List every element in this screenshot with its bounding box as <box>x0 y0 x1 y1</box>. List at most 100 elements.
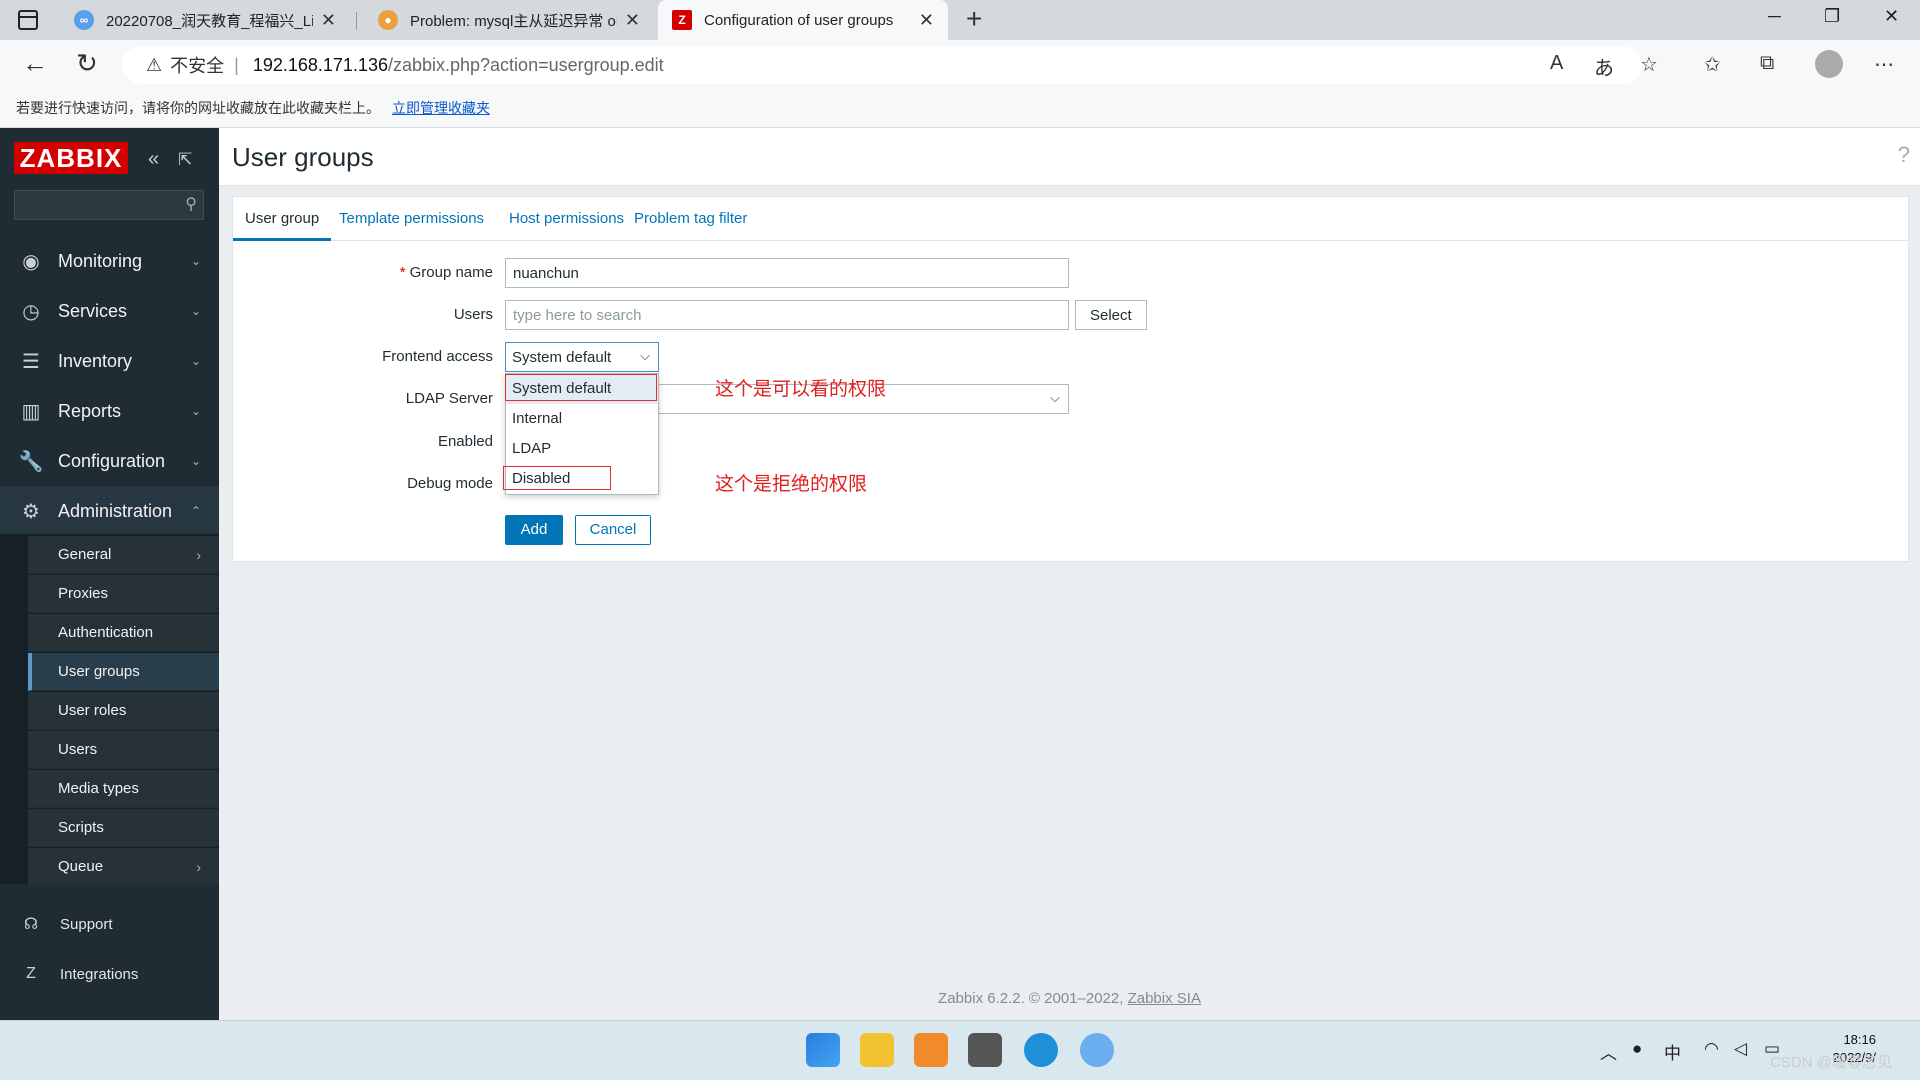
list-icon: ☰ <box>22 350 40 373</box>
search-icon[interactable]: ⚲ <box>185 194 197 214</box>
restore-icon[interactable]: ❐ <box>1824 6 1840 27</box>
gear-icon: ⚙ <box>22 500 40 523</box>
submenu-users[interactable]: Users <box>28 731 219 769</box>
menu-inventory[interactable]: ☰ Inventory ⌄ <box>0 336 219 386</box>
browser-tab-1[interactable]: ∞ 20220708_润天教育_程福兴_Linu ✕ <box>60 0 350 40</box>
submenu-general[interactable]: General › <box>28 536 219 574</box>
form-tabs: User group Template permissions Host per… <box>233 197 1908 241</box>
read-aloud-icon[interactable]: A <box>1550 52 1563 75</box>
annotation-box-denied <box>503 466 611 490</box>
sidebar-search-input[interactable]: ⚲ <box>14 190 204 220</box>
submenu-scripts[interactable]: Scripts <box>28 809 219 847</box>
collapse-sidebar-icon[interactable]: « <box>148 148 159 171</box>
zabbix-logo[interactable]: ZABBIX <box>14 142 128 174</box>
close-tab-icon[interactable]: ✕ <box>919 10 934 31</box>
close-tab-icon[interactable]: ✕ <box>321 10 336 31</box>
frontend-access-label: Frontend access <box>382 348 493 365</box>
terminal-icon[interactable] <box>968 1033 1002 1067</box>
add-favorite-icon[interactable]: ☆ <box>1640 52 1658 77</box>
menu-services[interactable]: ◷ Services ⌄ <box>0 286 219 336</box>
kiosk-mode-icon[interactable]: ⇱ <box>178 150 192 170</box>
tab-host-permissions[interactable]: Host permissions <box>497 197 636 241</box>
frontend-access-value: System default <box>512 349 612 366</box>
profile-avatar[interactable] <box>1815 50 1843 78</box>
debug-mode-label: Debug mode <box>407 475 493 492</box>
volume-icon[interactable]: ◁ <box>1734 1039 1747 1059</box>
submenu-media-types[interactable]: Media types <box>28 770 219 808</box>
group-name-input[interactable]: nuanchun <box>505 258 1069 288</box>
footer-label: Integrations <box>60 965 139 983</box>
select-users-button[interactable]: Select <box>1075 300 1147 330</box>
taskbar: ︿ ● 中 ◠ ◁ ▭ 18:16 2022/9/ CSDN @暖春忽见 <box>0 1020 1920 1080</box>
submenu-label: Proxies <box>58 585 109 602</box>
administration-submenu: General › Proxies Authentication User gro… <box>0 534 219 886</box>
menu-administration[interactable]: ⚙ Administration ⌃ <box>0 486 219 536</box>
browser-tab-2[interactable]: ● Problem: mysql主从延迟异常 on ✕ <box>364 0 654 40</box>
tab-problem-tag-filter[interactable]: Problem tag filter <box>622 197 759 241</box>
submenu-label: User roles <box>58 702 127 719</box>
ime-indicator[interactable]: 中 <box>1664 1039 1681 1064</box>
enabled-label: Enabled <box>437 433 493 450</box>
cancel-button[interactable]: Cancel <box>575 515 651 545</box>
submenu-proxies[interactable]: Proxies <box>28 575 219 613</box>
clock-icon: ◷ <box>22 300 40 323</box>
close-window-icon[interactable]: ✕ <box>1884 6 1899 27</box>
add-button[interactable]: Add <box>505 515 563 545</box>
submenu-authentication[interactable]: Authentication <box>28 614 219 652</box>
option-internal[interactable]: Internal <box>506 404 658 434</box>
chevron-right-icon: › <box>196 546 201 563</box>
file-explorer-icon[interactable] <box>860 1033 894 1067</box>
submenu-queue[interactable]: Queue › <box>28 848 219 886</box>
page-title: User groups <box>232 142 374 172</box>
main-content: User groups ? User group Template permis… <box>219 128 1920 1020</box>
chevron-down-icon: ⌵ <box>640 348 650 363</box>
submenu-user-groups[interactable]: User groups <box>28 653 219 691</box>
users-search-input[interactable]: type here to search <box>505 300 1069 330</box>
tab-divider <box>356 12 357 30</box>
zabbix-favicon: Z <box>672 10 692 30</box>
menu-label: Inventory <box>58 350 133 371</box>
option-ldap[interactable]: LDAP <box>506 434 658 464</box>
group-name-label-text: Group name <box>409 264 493 281</box>
url-field[interactable]: ⚠ 不安全 | 192.168.171.136 /zabbix.php?acti… <box>122 46 1642 84</box>
tab-user-group[interactable]: User group <box>233 197 332 241</box>
tab-template-permissions[interactable]: Template permissions <box>327 197 496 241</box>
menu-configuration[interactable]: 🔧 Configuration ⌄ <box>0 436 219 486</box>
manage-favorites-link[interactable]: 立即管理收藏夹 <box>392 100 490 116</box>
clock-time: 18:16 <box>1843 1032 1876 1047</box>
translate-icon[interactable]: あ <box>1594 52 1614 81</box>
more-icon[interactable]: ⋯ <box>1874 52 1894 77</box>
vm-app-icon[interactable] <box>914 1033 948 1067</box>
page-footer: Zabbix 6.2.2. © 2001–2022, Zabbix SIA <box>219 990 1920 1007</box>
back-icon[interactable]: ← <box>22 48 48 79</box>
favorites-icon[interactable]: ✩ <box>1704 52 1721 77</box>
annotation-denied: 这个是拒绝的权限 <box>715 474 868 495</box>
ldap-server-label: LDAP Server <box>405 390 493 407</box>
wifi-icon[interactable]: ◠ <box>1704 1039 1719 1059</box>
collections-icon[interactable]: ⧉ <box>1760 52 1774 75</box>
tray-expand-icon[interactable]: ︿ <box>1600 1039 1617 1064</box>
menu-label: Monitoring <box>58 250 143 271</box>
browser-tab-3[interactable]: Z Configuration of user groups ✕ <box>658 0 948 40</box>
submenu-user-roles[interactable]: User roles <box>28 692 219 730</box>
baidu-netdisk-icon[interactable] <box>1080 1033 1114 1067</box>
close-tab-icon[interactable]: ✕ <box>625 10 640 31</box>
frontend-access-dropdown[interactable]: System default ⌵ <box>505 342 659 372</box>
sidebar-support[interactable]: ☊ Support <box>0 901 219 947</box>
zabbix-sia-link[interactable]: Zabbix SIA <box>1128 990 1201 1007</box>
chevron-up-icon: ⌃ <box>190 504 201 518</box>
minimize-icon[interactable]: ─ <box>1768 6 1781 27</box>
bar-chart-icon: ▥ <box>21 400 41 423</box>
sidebar-integrations[interactable]: Z Integrations <box>0 951 219 997</box>
edge-icon[interactable] <box>1024 1033 1058 1067</box>
start-icon[interactable] <box>806 1033 840 1067</box>
new-tab-icon[interactable]: + <box>966 3 982 35</box>
menu-reports[interactable]: ▥ Reports ⌄ <box>0 386 219 436</box>
submenu-label: Queue <box>58 858 104 875</box>
refresh-icon[interactable]: ↻ <box>76 48 98 79</box>
browser-tab-strip: ∞ 20220708_润天教育_程福兴_Linu ✕ ● Problem: my… <box>0 0 1920 40</box>
tab-actions-icon[interactable] <box>18 10 38 30</box>
qq-icon[interactable]: ● <box>1632 1039 1642 1059</box>
help-icon[interactable]: ? <box>1898 142 1910 168</box>
menu-monitoring[interactable]: ◉ Monitoring ⌄ <box>0 236 219 286</box>
